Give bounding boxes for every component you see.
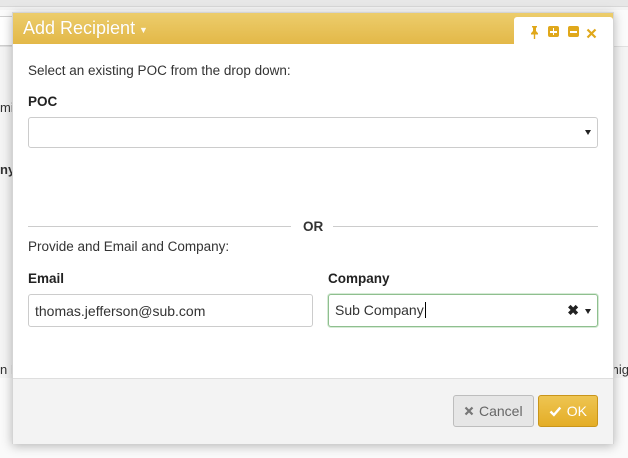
dialog-title: Add Recipient xyxy=(23,18,136,38)
dialog-footer: Cancel OK xyxy=(13,378,613,444)
maximize-icon[interactable] xyxy=(548,26,559,37)
clear-selection-icon[interactable]: ✖ xyxy=(567,302,579,319)
caret-down-icon: ▼ xyxy=(139,25,148,35)
text-cursor xyxy=(424,302,426,318)
cancel-button[interactable]: Cancel xyxy=(453,395,534,427)
window-controls xyxy=(514,17,613,45)
add-recipient-dialog: Add Recipient ▼ Select an existing POC f… xyxy=(12,12,614,444)
email-field[interactable] xyxy=(28,294,313,327)
or-divider-left xyxy=(28,226,291,227)
company-select[interactable]: Sub Company ✖ xyxy=(328,294,598,327)
minimize-icon[interactable] xyxy=(568,26,579,37)
poc-instruction: Select an existing POC from the drop dow… xyxy=(28,63,291,78)
cancel-button-label: Cancel xyxy=(479,403,523,419)
company-label: Company xyxy=(328,271,390,286)
pin-icon[interactable] xyxy=(529,26,540,39)
or-separator: OR xyxy=(303,219,324,234)
poc-label: POC xyxy=(28,94,58,109)
chevron-down-icon[interactable] xyxy=(585,309,591,314)
chevron-down-icon xyxy=(585,130,591,135)
close-icon[interactable] xyxy=(586,26,597,39)
dialog-titlebar[interactable]: Add Recipient ▼ xyxy=(13,13,613,45)
manual-instruction: Provide and Email and Company: xyxy=(28,239,230,254)
close-icon xyxy=(464,406,474,416)
check-icon xyxy=(549,406,562,417)
ok-button-label: OK xyxy=(566,403,587,419)
background-top-bar xyxy=(0,0,628,7)
ok-button[interactable]: OK xyxy=(538,395,598,427)
poc-select[interactable] xyxy=(28,117,598,148)
company-select-value: Sub Company xyxy=(335,302,426,318)
or-divider-right xyxy=(333,226,598,227)
email-label: Email xyxy=(28,271,65,286)
